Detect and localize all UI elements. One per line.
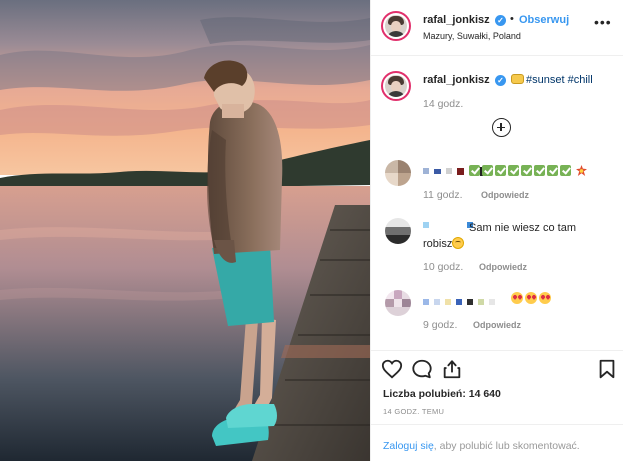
- reply-button[interactable]: Odpowiedz: [479, 262, 527, 272]
- comment-checkmarks: [469, 164, 588, 176]
- post-timestamp: 14 GODZ. TEMU: [383, 407, 445, 416]
- verified-badge-icon: ✓: [495, 15, 506, 26]
- smiling-face-icon: [452, 237, 465, 249]
- author-avatar[interactable]: [381, 11, 411, 41]
- heart-outline-icon[interactable]: [381, 358, 403, 380]
- check-mark-icon: [469, 164, 480, 176]
- caption-time: 14 godz.: [423, 98, 464, 110]
- caption-username[interactable]: rafal_jonkisz: [423, 74, 490, 86]
- reply-button[interactable]: Odpowiedz: [481, 190, 529, 200]
- check-mark-icon: [547, 164, 558, 176]
- reply-button[interactable]: Odpowiedz: [473, 320, 521, 330]
- check-mark-icon: [521, 164, 532, 176]
- divider: [371, 424, 623, 425]
- comment-time: 11 godz.: [423, 189, 463, 201]
- comment-username-pixelated[interactable]: [423, 219, 475, 230]
- sunset-emoji-icon: [511, 74, 524, 84]
- check-mark-icon: [534, 164, 545, 176]
- comment-emojis: [511, 292, 553, 305]
- check-mark-icon: [482, 164, 493, 176]
- comment-text-end: robisz: [423, 238, 453, 250]
- login-link[interactable]: Zaloguj się: [383, 440, 434, 452]
- plus-circle-icon[interactable]: [492, 118, 511, 137]
- caption-avatar[interactable]: [381, 71, 411, 101]
- check-mark-icon: [560, 164, 571, 176]
- post-photo[interactable]: [0, 0, 370, 461]
- comment-text: Sam nie wiesz co tam: [469, 222, 576, 234]
- login-prompt: Zaloguj się, aby polubić lub skomentować…: [383, 440, 580, 452]
- more-options-icon[interactable]: •••: [594, 14, 612, 30]
- comment-time: 10 godz.: [423, 261, 464, 273]
- follow-button[interactable]: Obserwuj: [519, 14, 569, 26]
- comment-avatar[interactable]: [385, 160, 411, 186]
- check-mark-icon: [495, 164, 506, 176]
- post-sidebar: rafal_jonkisz ✓ • Obserwuj Mazury, Suwał…: [370, 0, 623, 461]
- comment-text-continued: robisz: [423, 237, 465, 250]
- comment-bubble-icon[interactable]: [411, 358, 433, 380]
- comment-time: 9 godz.: [423, 319, 458, 331]
- verified-badge-icon: ✓: [495, 75, 506, 86]
- heart-eyes-icon: [525, 292, 537, 305]
- caption-hashtags[interactable]: #sunset #chill: [526, 74, 593, 86]
- post-header: rafal_jonkisz ✓ • Obserwuj Mazury, Suwał…: [371, 0, 623, 56]
- sunset-lake-photo: [0, 0, 370, 461]
- heart-eyes-icon: [539, 292, 551, 305]
- comment-avatar[interactable]: [385, 290, 411, 316]
- post-location[interactable]: Mazury, Suwałki, Poland: [423, 31, 521, 41]
- anger-burst-icon: [576, 164, 588, 176]
- check-mark-icon: [508, 164, 519, 176]
- login-prompt-text: aby polubić lub skomentować.: [439, 440, 580, 452]
- separator-dot: •: [510, 13, 514, 25]
- instagram-post: rafal_jonkisz ✓ • Obserwuj Mazury, Suwał…: [0, 0, 623, 461]
- share-icon[interactable]: [441, 358, 463, 380]
- comment-username-pixelated[interactable]: [423, 296, 497, 307]
- divider: [371, 350, 623, 351]
- heart-eyes-icon: [511, 292, 523, 305]
- caption-text: #sunset #chill: [511, 74, 593, 86]
- author-username[interactable]: rafal_jonkisz: [423, 14, 490, 26]
- comment-avatar[interactable]: [385, 218, 411, 244]
- bookmark-icon[interactable]: [596, 358, 618, 380]
- likes-count[interactable]: Liczba polubień: 14 640: [383, 388, 501, 400]
